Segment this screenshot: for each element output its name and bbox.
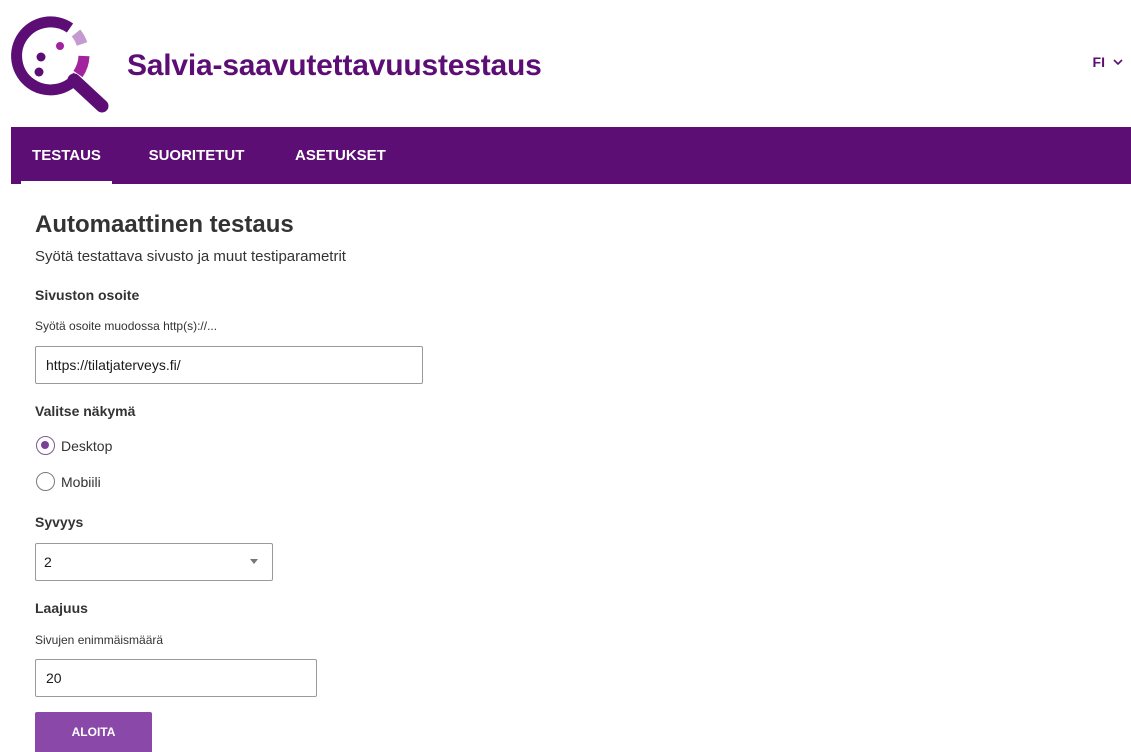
language-selector[interactable]: FI	[1093, 54, 1123, 70]
view-label: Valitse näkymä	[35, 403, 136, 419]
magnifier-logo-icon[interactable]	[8, 14, 112, 116]
radio-button[interactable]	[36, 472, 55, 491]
tab-asetukset[interactable]: ASETUKSET	[295, 127, 386, 184]
site-address-hint: Syötä osoite muodossa http(s)://...	[35, 319, 218, 333]
app-title: Salvia-saavutettavuustestaus	[127, 49, 542, 82]
page-subtitle: Syötä testattava sivusto ja muut testipa…	[35, 248, 346, 265]
radio-button-checked[interactable]	[36, 436, 55, 455]
app-header: Salvia-saavutettavuustestaus FI	[0, 0, 1131, 127]
depth-select-value: 2	[44, 554, 52, 570]
tab-testaus[interactable]: TESTAUS	[21, 127, 112, 184]
site-address-label: Sivuston osoite	[35, 287, 140, 303]
caret-down-icon	[250, 559, 258, 564]
start-button[interactable]: ALOITA	[35, 712, 152, 752]
depth-label: Syvyys	[35, 514, 84, 530]
radio-desktop-label: Desktop	[61, 437, 113, 454]
language-label: FI	[1092, 54, 1105, 70]
scope-label: Laajuus	[35, 600, 88, 616]
max-pages-input[interactable]: 20	[35, 659, 317, 697]
radio-mobiili-label: Mobiili	[61, 473, 101, 490]
main-navigation: TESTAUS SUORITETUT TESTIT ASETUKSET	[11, 127, 1131, 221]
test-form: Automaattinen testaus Syötä testattava s…	[35, 208, 735, 752]
radio-desktop[interactable]: Desktop	[36, 436, 112, 455]
tab-suoritetut-testit[interactable]: SUORITETUT TESTIT	[125, 127, 268, 221]
radio-mobiili[interactable]: Mobiili	[36, 472, 101, 491]
scope-hint: Sivujen enimmäismäärä	[35, 633, 164, 647]
page-title: Automaattinen testaus	[35, 211, 294, 238]
chevron-down-icon	[1113, 58, 1123, 65]
site-address-input[interactable]: https://tilatjaterveys.fi/	[35, 346, 423, 384]
depth-select[interactable]: 2	[35, 543, 273, 581]
